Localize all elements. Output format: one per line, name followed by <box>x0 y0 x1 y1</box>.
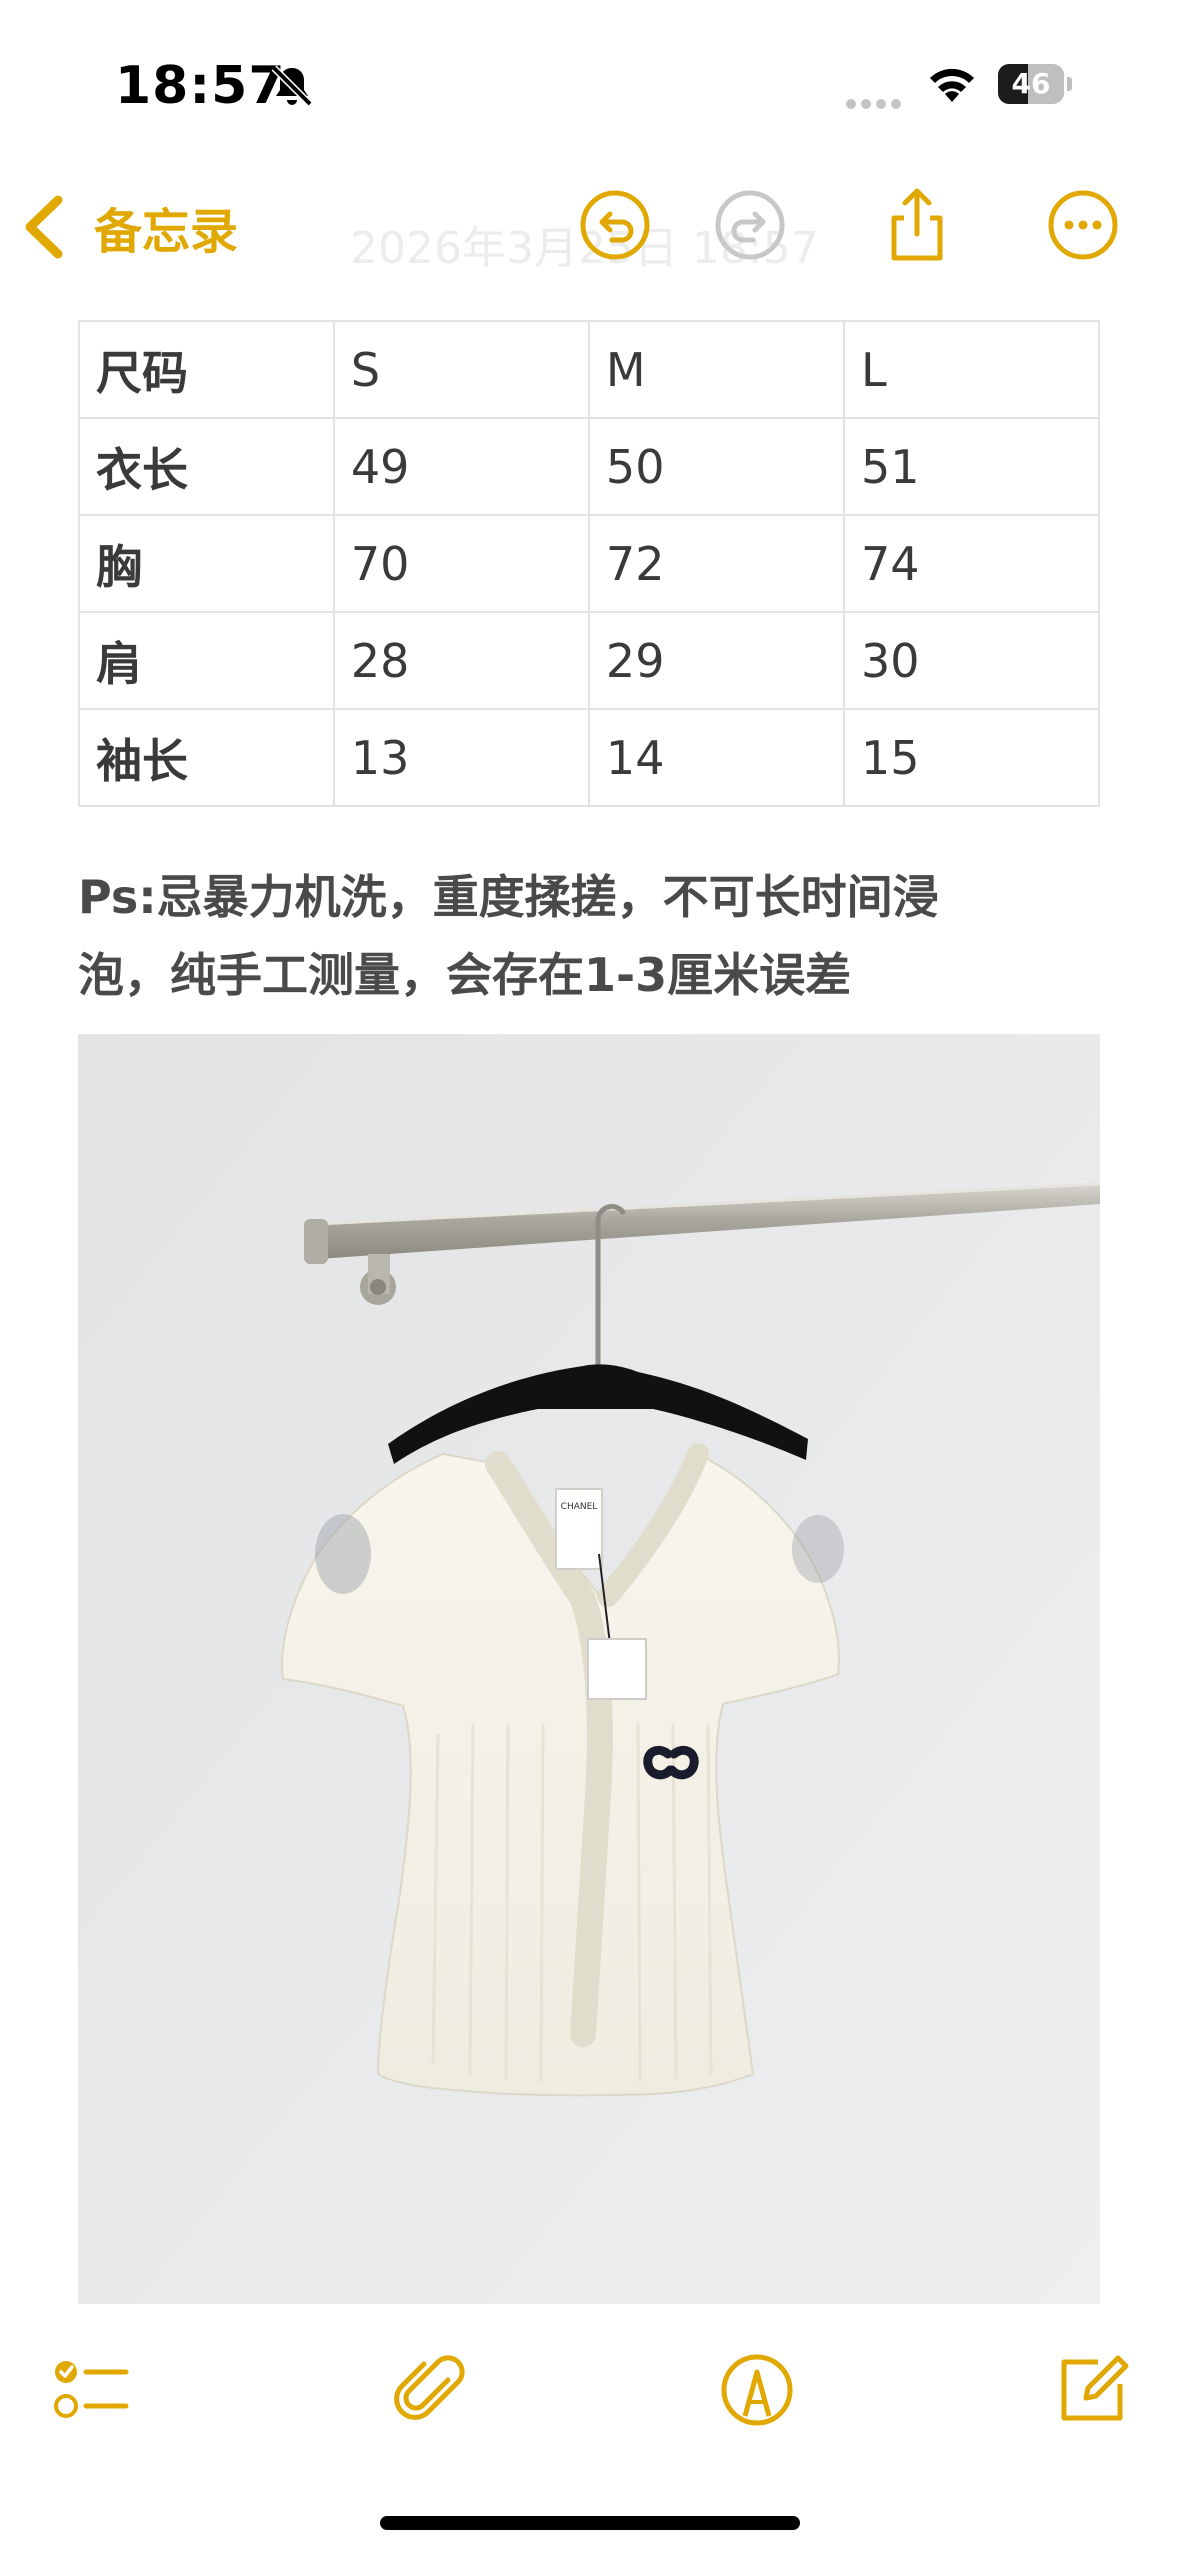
compose-icon[interactable] <box>1052 2350 1132 2430</box>
paperclip-icon[interactable] <box>390 2350 470 2430</box>
home-indicator[interactable] <box>380 2516 800 2530</box>
size-table: 尺码 S M L 衣长 49 50 51 胸 70 72 74 肩 28 29 … <box>78 320 1101 807</box>
table-cell: 衣长 <box>78 417 335 516</box>
bell-slash-icon <box>271 65 313 107</box>
status-bar: 18:57 46 <box>0 0 1179 160</box>
table-row: 肩 28 29 30 <box>78 611 1101 710</box>
battery-icon: 46 <box>998 64 1072 104</box>
more-icon[interactable] <box>1046 188 1120 262</box>
table-cell: 51 <box>842 417 1101 516</box>
table-cell: 30 <box>842 611 1101 710</box>
note-line: 泡，纯手工测量，会存在1-3厘米误差 <box>78 948 852 1002</box>
table-cell: M <box>587 320 845 419</box>
table-cell: 14 <box>587 708 845 807</box>
battery-level: 46 <box>1011 67 1051 100</box>
table-cell: 70 <box>332 514 590 613</box>
table-header-row: 尺码 S M L <box>78 320 1101 419</box>
table-cell: 肩 <box>78 611 335 710</box>
back-label: 备忘录 <box>94 204 239 260</box>
nav-bar: 2026年3月25日 18:57 备忘录 <box>0 170 1179 290</box>
back-button[interactable]: 备忘录 <box>22 192 238 262</box>
bottom-toolbar <box>0 2330 1179 2450</box>
table-cell: 28 <box>332 611 590 710</box>
chevron-left-icon <box>25 195 63 259</box>
note-body[interactable]: Ps:忌暴力机洗，重度揉搓，不可长时间浸 泡，纯手工测量，会存在1-3厘米误差 <box>78 858 1108 1014</box>
markup-pen-icon[interactable] <box>717 2350 797 2430</box>
checklist-icon[interactable] <box>52 2350 132 2430</box>
table-cell: 15 <box>842 708 1101 807</box>
undo-icon[interactable] <box>578 188 652 262</box>
table-cell: 袖长 <box>78 708 335 807</box>
table-row: 胸 70 72 74 <box>78 514 1101 613</box>
table-cell: L <box>842 320 1101 419</box>
table-cell: 49 <box>332 417 590 516</box>
table-row: 衣长 49 50 51 <box>78 417 1101 516</box>
table-cell: 74 <box>842 514 1101 613</box>
redo-icon[interactable] <box>713 188 787 262</box>
share-icon[interactable] <box>880 188 954 262</box>
product-photo[interactable]: CHANEL <box>78 1034 1100 2304</box>
table-cell: 13 <box>332 708 590 807</box>
table-cell: 尺码 <box>78 320 335 419</box>
note-line: Ps:忌暴力机洗，重度揉搓，不可长时间浸 <box>78 870 939 924</box>
wifi-icon <box>930 68 974 102</box>
table-cell: 29 <box>587 611 845 710</box>
table-row: 袖长 13 14 15 <box>78 708 1101 807</box>
table-cell: 72 <box>587 514 845 613</box>
table-cell: 胸 <box>78 514 335 613</box>
cellular-signal-icon <box>846 94 906 113</box>
table-cell: 50 <box>587 417 845 516</box>
status-time: 18:57 <box>115 56 286 116</box>
table-cell: S <box>332 320 590 419</box>
tag-label: CHANEL <box>561 1502 598 1512</box>
